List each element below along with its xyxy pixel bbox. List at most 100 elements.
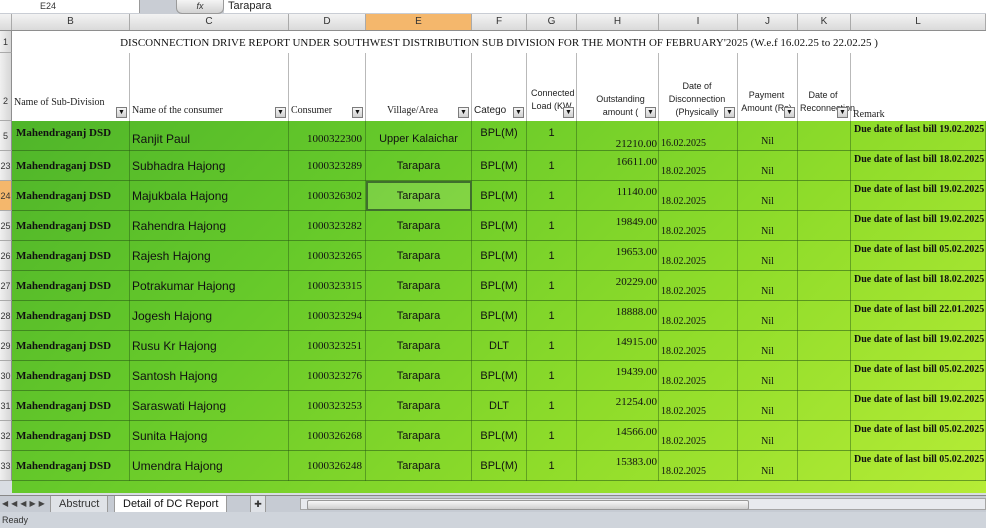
row-header[interactable]: 31 [0,391,12,421]
row-header[interactable]: 32 [0,421,12,451]
cell-disconnection-date[interactable]: 16.02.2025 [659,121,738,151]
cell-consumer-name[interactable]: Potrakumar Hajong [130,271,289,301]
header-consumer-name[interactable]: Name of the consumer ▼ [130,53,289,121]
cell-category[interactable]: BPL(M) [472,211,527,241]
cell-outstanding[interactable]: 18888.00 [577,301,659,331]
cell-sub-division[interactable]: Mahendraganj DSD [12,421,130,451]
row-header[interactable]: 24 [0,181,12,211]
filter-dropdown-icon[interactable]: ▼ [275,107,286,118]
row-header[interactable]: 2 [0,53,12,121]
cell-load[interactable]: 1 [527,451,577,481]
cell-sub-division[interactable]: Mahendraganj DSD [12,451,130,481]
cell-sub-division[interactable]: Mahendraganj DSD [12,331,130,361]
cell-reconnection[interactable] [798,361,851,391]
row-header[interactable]: 33 [0,451,12,481]
cell-reconnection[interactable] [798,151,851,181]
cell-consumer-no[interactable]: 1000323315 [289,271,366,301]
cell-payment[interactable]: Nil [738,451,798,481]
cell-category[interactable]: BPL(M) [472,451,527,481]
row-header[interactable]: 26 [0,241,12,271]
cell-consumer-name[interactable]: Umendra Hajong [130,451,289,481]
cell-village[interactable]: Upper Kalaichar [366,121,472,151]
cell-payment[interactable]: Nil [738,391,798,421]
row-header[interactable]: 25 [0,211,12,241]
cell-outstanding[interactable]: 16611.00 [577,151,659,181]
cell-sub-division[interactable]: Mahendraganj DSD [12,271,130,301]
cell-consumer-no[interactable]: 1000326268 [289,421,366,451]
cell-sub-division[interactable]: Mahendraganj DSD [12,391,130,421]
cell-reconnection[interactable] [798,391,851,421]
cell-disconnection-date[interactable]: 18.02.2025 [659,301,738,331]
filter-dropdown-icon[interactable]: ▼ [784,107,795,118]
row-header[interactable]: 27 [0,271,12,301]
cell-village-selected[interactable]: Tarapara [366,181,472,211]
cell-consumer-name[interactable]: Santosh Hajong [130,361,289,391]
cell-consumer-name[interactable]: Subhadra Hajong [130,151,289,181]
horizontal-scrollbar[interactable] [300,498,986,510]
cell-category[interactable]: BPL(M) [472,151,527,181]
cell-consumer-no[interactable]: 1000323265 [289,241,366,271]
cell-village[interactable]: Tarapara [366,361,472,391]
cell-reconnection[interactable] [798,181,851,211]
cell-outstanding[interactable]: 21210.00 [577,121,659,151]
cell-category[interactable]: DLT [472,331,527,361]
column-header-b[interactable]: B [12,14,130,30]
cell-load[interactable]: 1 [527,211,577,241]
cell-village[interactable]: Tarapara [366,301,472,331]
filter-dropdown-icon[interactable]: ▼ [513,107,524,118]
cell-disconnection-date[interactable]: 18.02.2025 [659,151,738,181]
header-connected-load[interactable]: Connected Load (KW ▼ [527,53,577,121]
cell-load[interactable]: 1 [527,151,577,181]
cell-outstanding[interactable]: 15383.00 [577,451,659,481]
cell-outstanding[interactable]: 11140.00 [577,181,659,211]
cell-reconnection[interactable] [798,421,851,451]
formula-input[interactable]: Tarapara [224,0,986,13]
cell-village[interactable]: Tarapara [366,331,472,361]
cell-payment[interactable]: Nil [738,301,798,331]
row-header[interactable]: 5 [0,121,12,151]
cell-consumer-name[interactable]: Rusu Kr Hajong [130,331,289,361]
cell-load[interactable]: 1 [527,181,577,211]
filter-dropdown-icon[interactable]: ▼ [458,107,469,118]
cell-consumer-name[interactable]: Majukbala Hajong [130,181,289,211]
cell-remark[interactable]: Due date of last bill 18.02.2025 [851,271,986,301]
cell-payment[interactable]: Nil [738,151,798,181]
cell-outstanding[interactable]: 19439.00 [577,361,659,391]
cell-category[interactable]: DLT [472,391,527,421]
report-title-row[interactable]: DISCONNECTION DRIVE REPORT UNDER SOUTHWE… [12,31,986,54]
tab-abstruct[interactable]: Abstruct [50,496,109,513]
header-reconnection[interactable]: Date of Reconnection ▼ [798,53,855,121]
row-header[interactable]: 28 [0,301,12,331]
cell-disconnection-date[interactable]: 18.02.2025 [659,241,738,271]
sheet-nav-arrows-icon[interactable]: ◀◀◀▶▶ [2,496,50,512]
cell-remark[interactable]: Due date of last bill 05.02.2025 [851,421,986,451]
column-header-h[interactable]: H [577,14,659,30]
cell-category[interactable]: BPL(M) [472,301,527,331]
cell-disconnection-date[interactable]: 18.02.2025 [659,331,738,361]
filter-dropdown-icon[interactable]: ▼ [837,107,848,118]
cell-category[interactable]: BPL(M) [472,181,527,211]
header-remark[interactable]: Remark [851,53,986,121]
filter-dropdown-icon[interactable]: ▼ [116,107,127,118]
cell-consumer-no[interactable]: 1000326302 [289,181,366,211]
column-header-i[interactable]: I [659,14,738,30]
cell-category[interactable]: BPL(M) [472,271,527,301]
insert-sheet-icon[interactable]: ✚ [250,496,266,513]
cell-sub-division[interactable]: Mahendraganj DSD [12,121,130,151]
cell-village[interactable]: Tarapara [366,271,472,301]
cell-village[interactable]: Tarapara [366,151,472,181]
cell-reconnection[interactable] [798,121,851,151]
cell-payment[interactable]: Nil [738,211,798,241]
cell-load[interactable]: 1 [527,361,577,391]
cell-consumer-name[interactable]: Sunita Hajong [130,421,289,451]
cell-consumer-name[interactable]: Rahendra Hajong [130,211,289,241]
column-header-k[interactable]: K [798,14,851,30]
select-all-corner[interactable] [0,14,12,30]
cell-reconnection[interactable] [798,241,851,271]
cell-consumer-no[interactable]: 1000323289 [289,151,366,181]
cell-disconnection-date[interactable]: 18.02.2025 [659,211,738,241]
cell-category[interactable]: BPL(M) [472,241,527,271]
cell-remark[interactable]: Due date of last bill 19.02.2025 [851,331,986,361]
cell-remark[interactable]: Due date of last bill 19.02.2025 [851,211,986,241]
cell-consumer-name[interactable]: Rajesh Hajong [130,241,289,271]
